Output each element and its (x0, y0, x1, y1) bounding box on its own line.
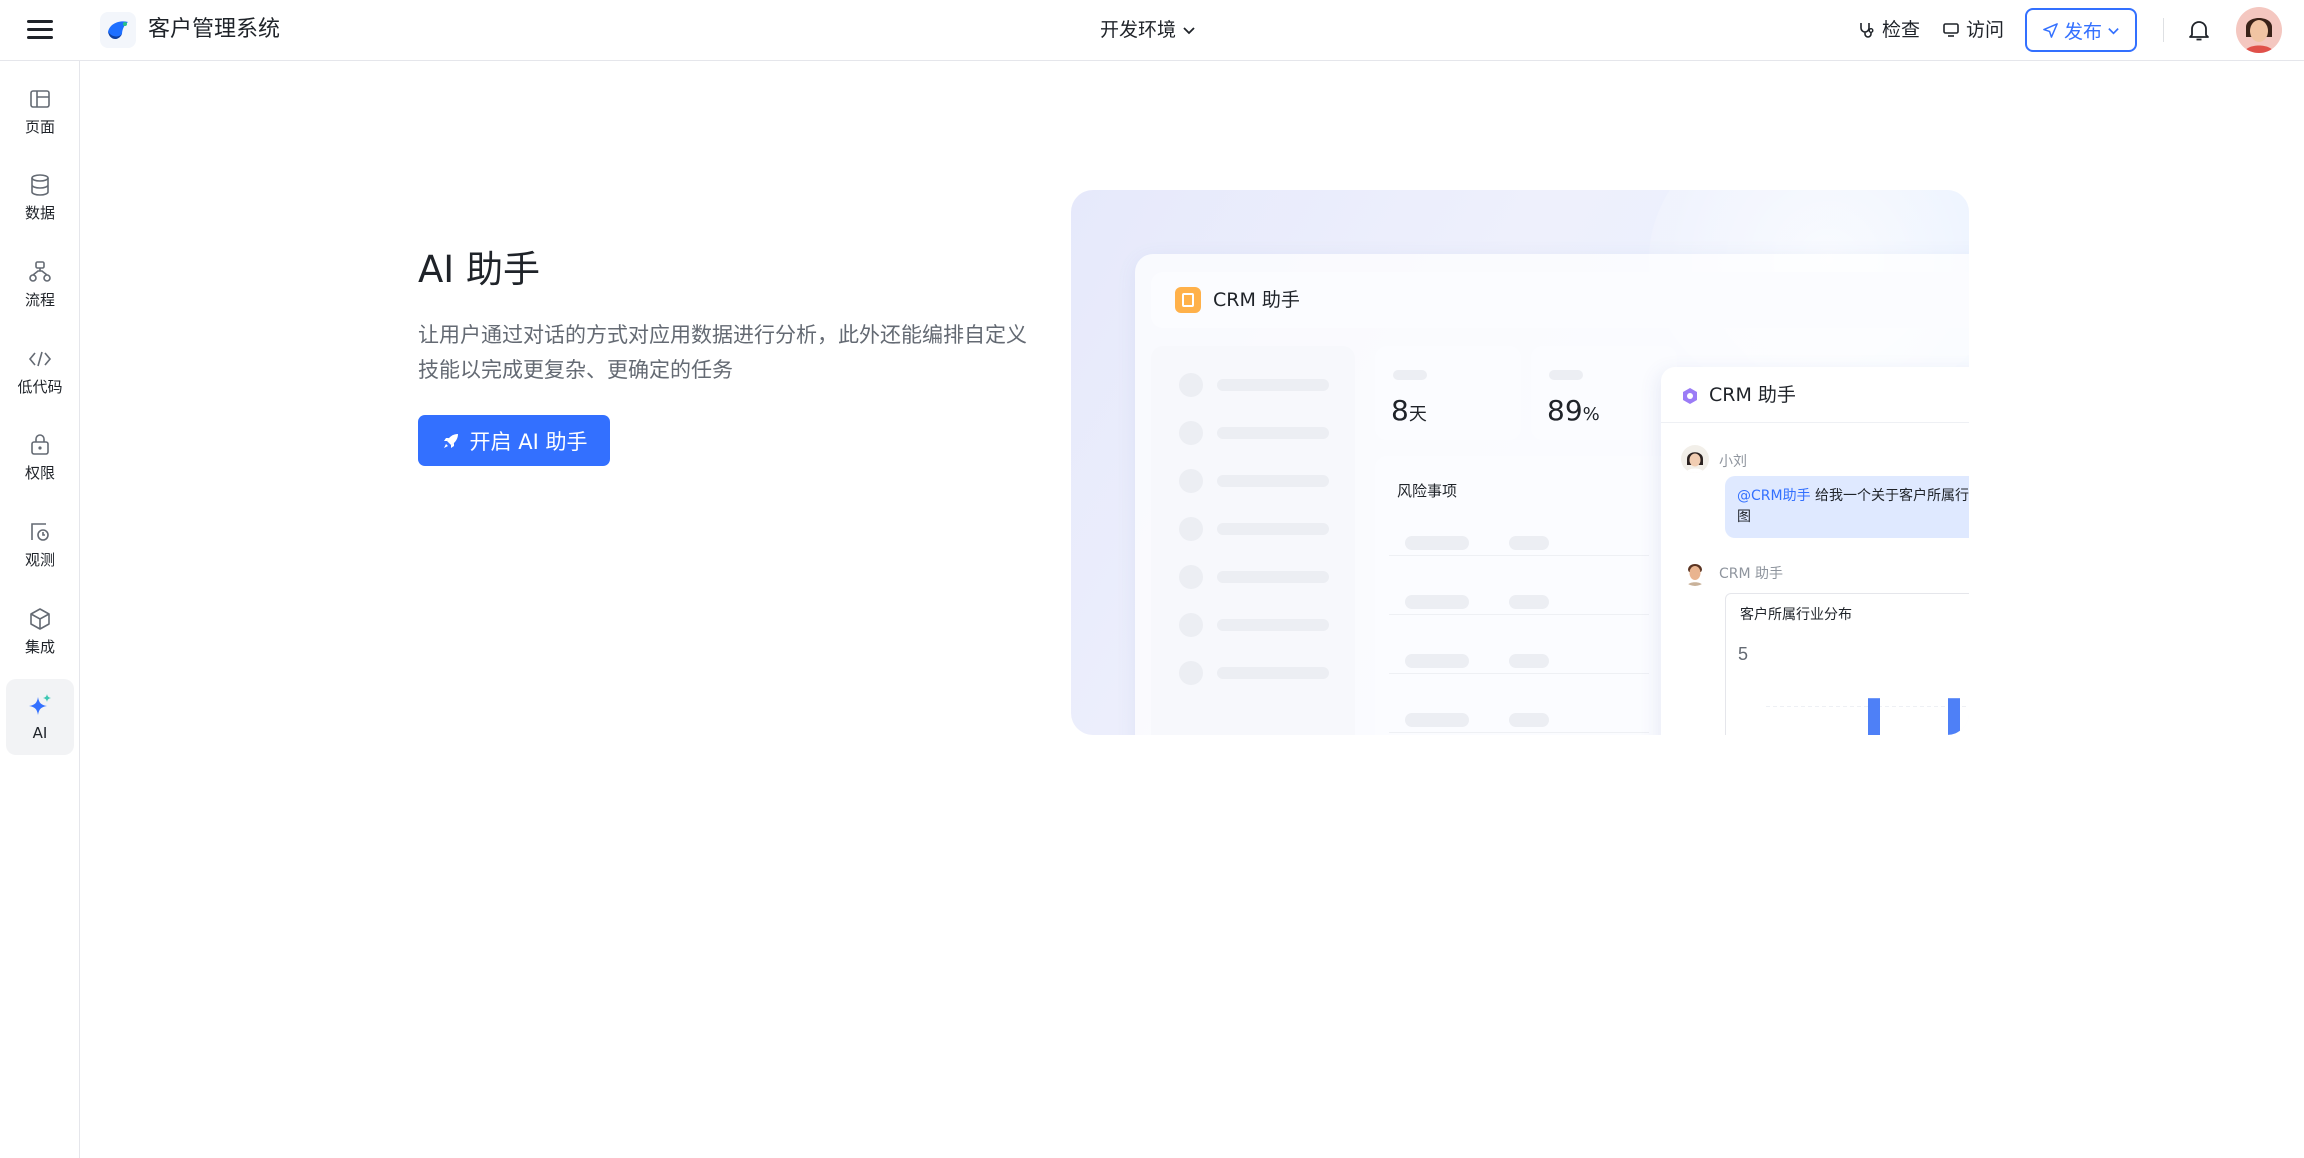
inspect-label: 检查 (1882, 19, 1921, 41)
stat-unit: 天 (1408, 404, 1427, 425)
sidebar-item-label: 低代码 (17, 378, 63, 396)
chat-title: CRM 助手 (1709, 384, 1796, 406)
sidebar-item-data[interactable]: 数据 (6, 159, 74, 235)
mention: @CRM助手 (1737, 488, 1811, 504)
chart-bar (1948, 698, 1960, 735)
send-icon (2043, 22, 2058, 38)
ai-assistant-preview-image: CRM 助手 8天 89% 风险事项 CRM 助手 小刘 @CRM助手 给我一个… (1071, 190, 1969, 735)
integration-icon (30, 608, 50, 630)
chart-card: 客户所属行业分布 5 (1725, 593, 1969, 735)
risk-card-title: 风险事项 (1397, 482, 1458, 500)
skeleton-row (1179, 565, 1329, 589)
industry-distribution-chart: 5 (1738, 644, 1969, 735)
page-title: AI 助手 (418, 248, 540, 291)
sidebar-item-label: 权限 (24, 464, 55, 482)
app-logo-icon (100, 12, 136, 48)
code-icon (28, 351, 52, 367)
page-description: 让用户通过对话的方式对应用数据进行分析，此外还能编排自定义技能以完成更复杂、更确… (418, 323, 1027, 382)
sidebar-item-label: 数据 (24, 204, 55, 222)
skeleton-row (1179, 421, 1329, 445)
chat-header: CRM 助手 (1661, 367, 1969, 423)
sidebar-item-lowcode[interactable]: 低代码 (6, 333, 74, 409)
database-icon (31, 174, 49, 196)
message-text-cont: 图 (1737, 509, 1751, 525)
skeleton-row (1389, 713, 1649, 733)
skeleton-row (1179, 613, 1329, 637)
skeleton-row (1179, 661, 1329, 685)
flow-icon (29, 261, 51, 282)
mock-window-title: CRM 助手 (1213, 289, 1300, 311)
crm-app-icon (1175, 287, 1201, 313)
mock-list-panel (1151, 346, 1355, 735)
stat-unit: % (1582, 404, 1600, 425)
chevron-down-icon (2108, 27, 2119, 34)
skeleton-row (1389, 595, 1649, 615)
mock-window-header: CRM 助手 (1151, 272, 1969, 328)
start-ai-assistant-button[interactable]: 开启 AI 助手 (418, 415, 610, 466)
publish-label: 发布 (2063, 20, 2102, 43)
ai-assistant-icon (1683, 388, 1697, 404)
chart-title: 客户所属行业分布 (1740, 607, 1852, 623)
top-bar: 客户管理系统 开发环境 检查 访问 发布 (0, 0, 2304, 61)
chart-bar (1868, 698, 1880, 735)
visit-label: 访问 (1966, 19, 2005, 41)
user-message-bubble: @CRM助手 给我一个关于客户所属行业的分 图 (1725, 476, 1969, 538)
sidebar-item-observe[interactable]: 观测 (6, 506, 74, 582)
sidebar-item-integration[interactable]: 集成 (6, 593, 74, 669)
mock-crm-window: CRM 助手 8天 89% 风险事项 CRM 助手 小刘 @CRM助手 给我一个… (1135, 254, 1969, 735)
sidebar-item-label: 流程 (24, 291, 55, 309)
app-title: 客户管理系统 (148, 17, 281, 42)
sidebar-item-label: 观测 (24, 551, 55, 569)
sidebar-item-ai[interactable]: AI (6, 679, 74, 755)
chevron-down-icon (1183, 27, 1195, 35)
stat-card-percent: 89% (1531, 346, 1677, 440)
stat-value: 89 (1547, 394, 1583, 427)
mock-chat-panel: CRM 助手 小刘 @CRM助手 给我一个关于客户所属行业的分 图 CRM 助手… (1661, 367, 1969, 735)
sidebar-item-label: 集成 (24, 638, 55, 656)
lock-icon (31, 434, 49, 455)
bot-name: CRM 助手 (1719, 566, 1784, 582)
stethoscope-icon (1860, 23, 1874, 38)
bell-icon[interactable] (2186, 17, 2212, 43)
user-name: 小刘 (1719, 454, 1747, 470)
visit-button[interactable]: 访问 (1942, 16, 2004, 44)
sidebar-item-label: 页面 (24, 118, 55, 136)
user-avatar[interactable] (2236, 7, 2282, 53)
divider (2163, 18, 2164, 42)
environment-select[interactable]: 开发环境 (1100, 16, 1196, 44)
menu-icon[interactable] (27, 18, 53, 42)
stat-value: 8 (1391, 394, 1409, 427)
observe-icon (31, 523, 49, 541)
page-icon (30, 90, 50, 108)
sidebar-item-flow[interactable]: 流程 (6, 246, 74, 322)
sidebar-item-page[interactable]: 页面 (6, 73, 74, 149)
skeleton-row (1179, 373, 1329, 397)
risk-items-card: 风险事项 (1375, 456, 1675, 735)
sidebar-item-permission[interactable]: 权限 (6, 419, 74, 495)
user-avatar (1681, 445, 1709, 473)
ai-sparkle-icon (29, 694, 51, 715)
skeleton-row (1179, 469, 1329, 493)
skeleton-row (1389, 536, 1649, 556)
bot-avatar (1681, 558, 1709, 586)
sidebar-item-label: AI (32, 724, 48, 742)
y-tick-label: 5 (1738, 644, 1748, 664)
skeleton-row (1179, 517, 1329, 541)
message-text: 给我一个关于客户所属行业的分 (1815, 488, 1969, 504)
publish-button[interactable]: 发布 (2025, 8, 2137, 52)
skeleton-row (1389, 654, 1649, 674)
rocket-icon (443, 433, 458, 448)
start-button-label: 开启 AI 助手 (469, 429, 588, 454)
monitor-icon (1943, 23, 1959, 37)
inspect-button[interactable]: 检查 (1858, 16, 1920, 44)
sidebar: 页面 数据 流程 低代码 权限 观测 集成 AI (0, 61, 80, 1158)
environment-label: 开发环境 (1100, 19, 1177, 41)
stat-card-days: 8天 (1375, 346, 1521, 440)
